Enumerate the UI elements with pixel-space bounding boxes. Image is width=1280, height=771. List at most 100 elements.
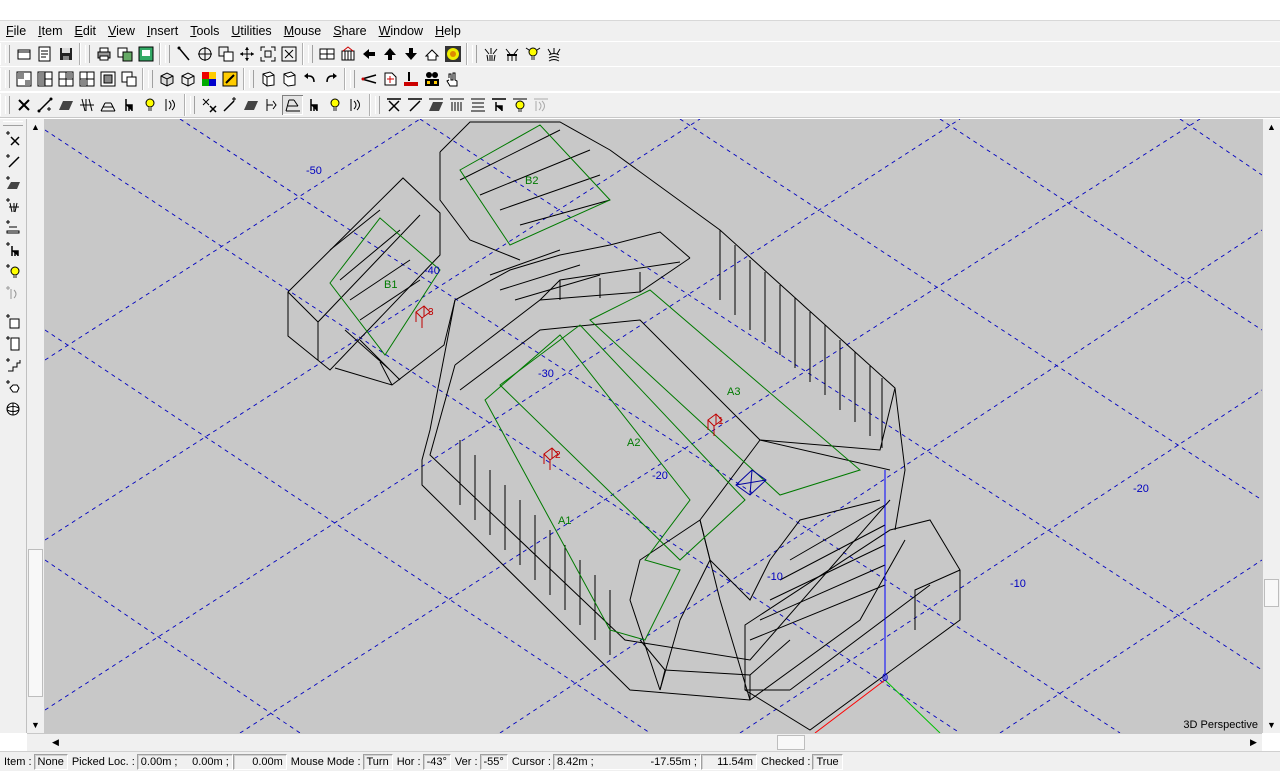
elevation-icon[interactable] (337, 44, 358, 64)
bulb-icon[interactable] (522, 44, 543, 64)
menu-insert[interactable]: Insert (141, 22, 184, 40)
menu-window[interactable]: Window (373, 22, 429, 40)
cube-solid-icon[interactable] (156, 69, 177, 89)
sphere-icon[interactable] (1, 398, 25, 420)
horizontal-scrollbar[interactable]: ◀ ▶ (27, 733, 1262, 751)
measure-icon[interactable] (379, 69, 400, 89)
layout-single-icon[interactable] (13, 69, 34, 89)
light-icon[interactable] (480, 44, 501, 64)
add-light-icon[interactable] (1, 260, 25, 282)
frame-icon[interactable] (1, 332, 25, 354)
model-wireframe[interactable]: -50 -40 -30 -20 -10 0 -20 -10 A1 A2 A3 B… (45, 119, 1262, 733)
material-icon[interactable] (400, 69, 421, 89)
point-select-icon[interactable] (198, 95, 219, 115)
object-edit-icon[interactable] (278, 69, 299, 89)
add-stage-icon[interactable] (1, 216, 25, 238)
remove-zone-icon[interactable] (446, 95, 467, 115)
menu-item[interactable]: Item (32, 22, 68, 40)
add-audience-icon[interactable] (1, 194, 25, 216)
light-dual-icon[interactable] (501, 44, 522, 64)
add-floor-icon[interactable] (97, 95, 118, 115)
add-zone-icon[interactable] (76, 95, 97, 115)
wedge-icon[interactable] (1, 354, 25, 376)
plane-icon[interactable] (240, 95, 261, 115)
remove-line-icon[interactable] (404, 95, 425, 115)
zone-icon[interactable] (261, 95, 282, 115)
zoom-extents-icon[interactable] (257, 44, 278, 64)
floor-icon[interactable] (282, 95, 303, 115)
cube-wire-icon[interactable] (177, 69, 198, 89)
scroll-up-arrow-icon[interactable]: ▲ (27, 119, 44, 135)
layout-cascade-icon[interactable] (97, 69, 118, 89)
3d-viewport[interactable]: -50 -40 -30 -20 -10 0 -20 -10 A1 A2 A3 B… (45, 119, 1262, 733)
scroll-right-arrow-icon[interactable]: ▶ (1245, 734, 1262, 750)
area-a2[interactable] (499, 324, 746, 561)
menu-edit[interactable]: Edit (68, 22, 102, 40)
sun-icon[interactable] (442, 44, 463, 64)
group-icon[interactable] (421, 69, 442, 89)
close-point-icon[interactable] (1, 128, 25, 150)
remove-source-icon[interactable] (530, 95, 551, 115)
layout-quad-icon[interactable] (55, 69, 76, 89)
move-down-icon[interactable] (400, 44, 421, 64)
print-icon[interactable] (93, 44, 114, 64)
remove-point-icon[interactable] (383, 95, 404, 115)
menu-share[interactable]: Share (327, 22, 372, 40)
chair-icon[interactable] (303, 95, 324, 115)
point-add-icon[interactable] (219, 95, 240, 115)
vertical-scrollbar-left[interactable]: ▲ ▼ (27, 119, 45, 733)
scroll-thumb[interactable] (777, 735, 805, 750)
move-up-icon[interactable] (379, 44, 400, 64)
add-disabled-icon[interactable] (1, 282, 25, 304)
camera-icon[interactable] (421, 44, 442, 64)
remove-chair-icon[interactable] (488, 95, 509, 115)
remove-plane-icon[interactable] (425, 95, 446, 115)
undo-icon[interactable] (299, 69, 320, 89)
add-seat-icon[interactable] (1, 238, 25, 260)
layout-four-icon[interactable] (76, 69, 97, 89)
menu-mouse[interactable]: Mouse (278, 22, 328, 40)
remove-light-icon[interactable] (509, 95, 530, 115)
report-icon[interactable] (34, 44, 55, 64)
cut-icon[interactable] (358, 69, 379, 89)
scroll-down-arrow-icon[interactable]: ▼ (1263, 717, 1280, 733)
target-icon[interactable] (194, 44, 215, 64)
pan-icon[interactable] (236, 44, 257, 64)
layout-tile-icon[interactable] (118, 69, 139, 89)
zoom-fit-icon[interactable] (278, 44, 299, 64)
sky-icon[interactable] (543, 44, 564, 64)
add-plane-icon[interactable] (55, 95, 76, 115)
light-bulb-icon[interactable] (324, 95, 345, 115)
add-chair-icon[interactable] (118, 95, 139, 115)
delete-icon[interactable] (13, 95, 34, 115)
layout-split-icon[interactable] (34, 69, 55, 89)
add-light-icon[interactable] (139, 95, 160, 115)
render-icon[interactable] (219, 69, 240, 89)
box-icon[interactable] (1, 310, 25, 332)
color-map-icon[interactable] (198, 69, 219, 89)
add-line-icon[interactable] (1, 150, 25, 172)
cylinder-icon[interactable] (1, 376, 25, 398)
menu-file[interactable]: File (0, 22, 32, 40)
pick-icon[interactable] (173, 44, 194, 64)
add-source-icon[interactable] (160, 95, 181, 115)
menu-help[interactable]: Help (429, 22, 467, 40)
new-icon[interactable] (13, 44, 34, 64)
add-surface-icon[interactable] (1, 172, 25, 194)
scroll-thumb[interactable] (1264, 579, 1279, 607)
zoom-window-icon[interactable] (215, 44, 236, 64)
source-icon[interactable] (345, 95, 366, 115)
scroll-left-arrow-icon[interactable]: ◀ (47, 734, 64, 750)
menu-tools[interactable]: Tools (184, 22, 225, 40)
redo-icon[interactable] (320, 69, 341, 89)
menu-utilities[interactable]: Utilities (225, 22, 277, 40)
scroll-down-arrow-icon[interactable]: ▼ (27, 717, 44, 733)
hand-icon[interactable] (442, 69, 463, 89)
object-icon[interactable] (257, 69, 278, 89)
copy-view-icon[interactable] (114, 44, 135, 64)
receiver-marker[interactable] (735, 469, 767, 496)
scroll-thumb[interactable] (28, 549, 43, 697)
vertical-scrollbar-right[interactable]: ▲ ▼ (1262, 119, 1280, 733)
add-point-icon[interactable] (34, 95, 55, 115)
save-icon[interactable] (55, 44, 76, 64)
